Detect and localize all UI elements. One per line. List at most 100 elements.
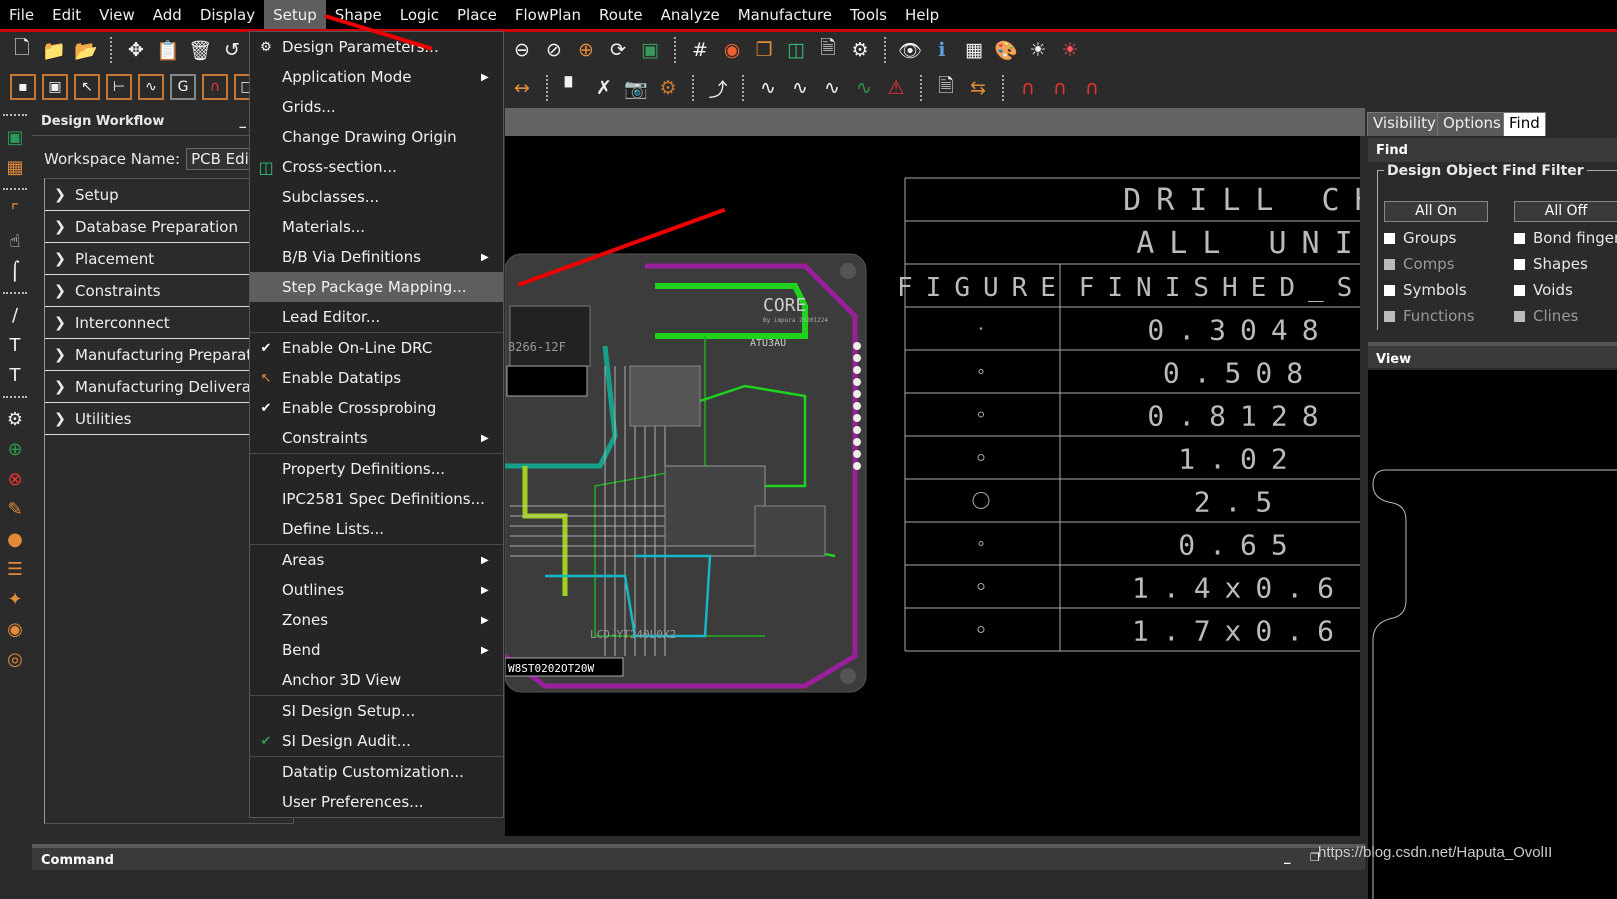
menu-manufacture[interactable]: Manufacture [729, 0, 841, 30]
menu-route[interactable]: Route [590, 0, 652, 30]
find-checkbox-voids[interactable]: Voids [1514, 281, 1573, 299]
brightness-icon[interactable]: ☀ [1024, 36, 1052, 64]
undo-icon[interactable]: ↺ [218, 36, 246, 64]
constraint-tool-icon[interactable]: ✦ [1, 584, 29, 614]
menu-item-subclasses[interactable]: Subclasses... [250, 182, 503, 212]
constraint-view-icon[interactable]: ◎ [1, 644, 29, 674]
menu-item-step-package-mapping[interactable]: Step Package Mapping... [250, 272, 503, 302]
grid-toggle-icon[interactable]: # [686, 36, 714, 64]
measure-icon[interactable]: ▦ [960, 36, 988, 64]
menu-item-enable-on-line-drc[interactable]: ✔ Enable On-Line DRC [250, 333, 503, 363]
menu-item-b-b-via-definitions[interactable]: B/B Via Definitions ▶ [250, 242, 503, 272]
flex-edit-icon[interactable]: ∩ [1046, 74, 1074, 102]
pin-swap-icon[interactable]: ▘ [558, 74, 586, 102]
find-checkbox-clines[interactable]: Clines [1514, 307, 1578, 325]
renaming-icon[interactable]: ⚙ [654, 74, 682, 102]
new-design-icon[interactable]: 🗋 [8, 36, 36, 64]
minimize-button[interactable]: _ [240, 114, 247, 129]
menu-item-lead-editor[interactable]: Lead Editor... [250, 302, 503, 332]
command-minimize-button[interactable]: _ [1284, 850, 1291, 865]
menu-item-enable-crossprobing[interactable]: ✔ Enable Crossprobing [250, 393, 503, 423]
menu-item-cross-section[interactable]: ◫ Cross-section... [250, 152, 503, 182]
constraint-settings-icon[interactable]: ⚙ [1, 404, 29, 434]
properties-icon[interactable]: ℹ [928, 36, 956, 64]
constraint-share-icon[interactable]: ● [1, 524, 29, 554]
menu-item-design-parameters[interactable]: ⚙ Design Parameters... [250, 32, 503, 62]
placement-icon[interactable]: ▣ [42, 74, 68, 100]
route-icon[interactable]: ∿ [138, 74, 164, 100]
menu-display[interactable]: Display [191, 0, 264, 30]
move-icon[interactable]: ✥ [122, 36, 150, 64]
save-icon[interactable]: 📂 [72, 36, 100, 64]
menu-file[interactable]: File [0, 0, 43, 30]
find-checkbox-bond-fingers[interactable]: Bond fingers [1514, 229, 1617, 247]
si-model-icon[interactable]: ∿ [818, 74, 846, 102]
all-on-button[interactable]: All On [1384, 201, 1488, 222]
brightness-off-icon[interactable]: ☀ [1056, 36, 1084, 64]
delete-icon[interactable]: 🗑 [186, 36, 214, 64]
menu-analyze[interactable]: Analyze [652, 0, 729, 30]
3d-board-icon[interactable]: ▣ [636, 36, 664, 64]
menu-item-anchor-3d-view[interactable]: Anchor 3D View [250, 665, 503, 695]
zoom-center-icon[interactable]: ⊕ [572, 36, 600, 64]
constraint-delete-icon[interactable]: ⊗ [1, 464, 29, 494]
shadow-toggle-icon[interactable]: ❐ [750, 36, 778, 64]
menu-edit[interactable]: Edit [43, 0, 90, 30]
menu-place[interactable]: Place [448, 0, 506, 30]
delay-tune-icon[interactable]: ⌠ [1, 256, 29, 286]
place-select-icon[interactable]: ▦ [1, 152, 29, 182]
line-edit-icon[interactable]: ⤴ [704, 74, 732, 102]
constraint-list-icon[interactable]: ☰ [1, 554, 29, 584]
constraint-toggle-icon[interactable]: ◉ [1, 614, 29, 644]
menu-flowplan[interactable]: FlowPlan [506, 0, 590, 30]
constraint-edit-icon[interactable]: ✎ [1, 494, 29, 524]
flow-icon[interactable]: ∩ [202, 74, 228, 100]
tab-visibility[interactable]: Visibility [1367, 112, 1442, 136]
report-chart-icon[interactable]: 🗎 [932, 74, 960, 102]
add-line-icon[interactable]: ∕ [1, 300, 29, 330]
menu-item-application-mode[interactable]: Application Mode ▶ [250, 62, 503, 92]
flex-add-icon[interactable]: ∩ [1014, 74, 1042, 102]
menu-item-property-definitions[interactable]: Property Definitions... [250, 454, 503, 484]
palette-icon[interactable]: 🎨 [992, 36, 1020, 64]
menu-item-materials[interactable]: Materials... [250, 212, 503, 242]
find-checkbox-symbols[interactable]: Symbols [1384, 281, 1467, 299]
cross-section-icon[interactable]: ◫ [782, 36, 810, 64]
menu-view[interactable]: View [90, 0, 144, 30]
menu-add[interactable]: Add [144, 0, 191, 30]
zoom-out-icon[interactable]: ⊖ [508, 36, 536, 64]
app-mode-icon[interactable]: ▪ [10, 74, 36, 100]
menu-item-user-preferences[interactable]: User Preferences... [250, 787, 503, 817]
edit-text-icon[interactable]: T [1, 360, 29, 390]
menu-item-constraints[interactable]: Constraints ▶ [250, 423, 503, 453]
route-connect-icon[interactable]: ⌜ [1, 196, 29, 226]
menu-item-change-drawing-origin[interactable]: Change Drawing Origin [250, 122, 503, 152]
menu-item-define-lists[interactable]: Define Lists... [250, 514, 503, 544]
find-checkbox-comps[interactable]: Comps [1384, 255, 1455, 273]
select-icon[interactable]: ↖ [74, 74, 100, 100]
si-audit-check-icon[interactable]: ∿ [850, 74, 878, 102]
menu-help[interactable]: Help [896, 0, 948, 30]
find-checkbox-groups[interactable]: Groups [1384, 229, 1456, 247]
constraint-add-icon[interactable]: ⊕ [1, 434, 29, 464]
menu-item-bend[interactable]: Bend ▶ [250, 635, 503, 665]
find-checkbox-functions[interactable]: Functions [1384, 307, 1475, 325]
pin-tools-icon[interactable]: ✗ [590, 74, 618, 102]
find-checkbox-shapes[interactable]: Shapes [1514, 255, 1588, 273]
tab-options[interactable]: Options [1437, 112, 1507, 136]
si-warning-icon[interactable]: ⚠ [882, 74, 910, 102]
sync-icon[interactable]: ⇆ [964, 74, 992, 102]
menu-item-si-design-audit[interactable]: ✔ SI Design Audit... [250, 726, 503, 756]
tab-find[interactable]: Find [1503, 112, 1546, 136]
si-library-icon[interactable]: ∿ [786, 74, 814, 102]
all-off-button[interactable]: All Off [1514, 201, 1617, 222]
open-folder-icon[interactable]: 📁 [40, 36, 68, 64]
menu-item-datatip-customization[interactable]: Datatip Customization... [250, 757, 503, 787]
menu-setup[interactable]: Setup [264, 0, 326, 30]
menu-logic[interactable]: Logic [391, 0, 448, 30]
color-icon[interactable]: ◉ [718, 36, 746, 64]
slide-icon[interactable]: ☝ [1, 226, 29, 256]
view-minimap[interactable] [1368, 370, 1617, 899]
menu-item-zones[interactable]: Zones ▶ [250, 605, 503, 635]
general-edit-icon[interactable]: G [170, 74, 196, 100]
